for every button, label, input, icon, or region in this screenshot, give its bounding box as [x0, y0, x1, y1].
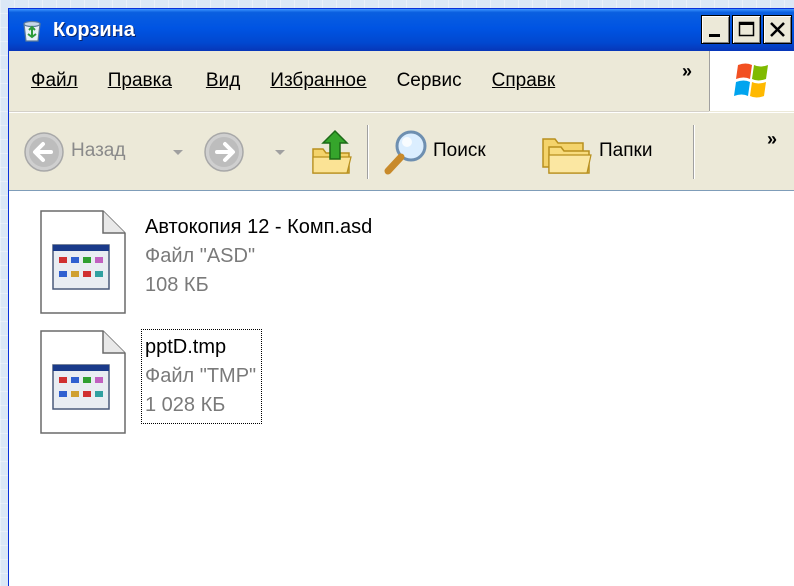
asd-file-icon — [39, 209, 127, 315]
windows-logo-pane — [709, 51, 794, 111]
menu-tools[interactable]: Сервис — [397, 70, 462, 92]
toolbar-separator — [693, 125, 695, 179]
file-type: Файл "ASD" — [145, 245, 256, 267]
file-item-tmp[interactable]: pptD.tmp Файл "TMP" 1 028 КБ — [39, 329, 639, 439]
windows-logo-icon — [734, 63, 768, 98]
file-type: Файл "TMP" — [145, 365, 257, 387]
back-dropdown-icon — [173, 150, 183, 155]
folders-button[interactable]: Папки — [537, 127, 683, 177]
window-title: Корзина — [53, 18, 135, 41]
search-button[interactable]: Поиск — [381, 127, 521, 177]
minimize-button[interactable] — [701, 15, 730, 44]
toolbar-separator — [367, 125, 369, 179]
menu-favorites[interactable]: Избранное — [270, 70, 366, 92]
recycle-bin-icon — [19, 17, 45, 43]
menu-view[interactable]: Вид — [206, 70, 240, 92]
toolbar: Назад Поиск Папки » — [9, 112, 794, 192]
minimize-icon — [709, 34, 720, 37]
menu-favorites-label: Избранное — [270, 70, 367, 91]
file-item-asd[interactable]: Автокопия 12 - Комп.asd Файл "ASD" 108 К… — [39, 209, 639, 319]
file-name: Автокопия 12 - Комп.asd — [145, 216, 373, 238]
file-size: 108 КБ — [145, 274, 209, 296]
file-info-asd: Автокопия 12 - Комп.asd Файл "ASD" 108 К… — [145, 213, 372, 300]
forward-button[interactable] — [203, 131, 293, 173]
up-folder-icon — [312, 129, 352, 174]
forward-dropdown-icon — [275, 150, 285, 155]
up-folder-button[interactable] — [309, 127, 355, 177]
file-info-tmp: pptD.tmp Файл "TMP" 1 028 КБ — [140, 329, 263, 424]
menu-edit[interactable]: Правка — [108, 70, 172, 92]
close-button[interactable] — [763, 15, 792, 44]
back-button[interactable]: Назад — [23, 131, 193, 173]
folders-label: Папки — [599, 140, 653, 161]
tmp-file-icon — [39, 329, 127, 435]
maximize-icon — [738, 21, 755, 37]
menu-help-label: Справк — [491, 70, 556, 91]
menu-view-label: Вид — [205, 70, 241, 91]
menu-file-label: Файл — [31, 70, 78, 91]
back-arrow-icon — [24, 132, 64, 172]
search-icon — [384, 130, 427, 175]
back-label: Назад — [71, 140, 126, 161]
menu-more-chevron[interactable]: » — [682, 61, 692, 82]
file-name: pptD.tmp — [145, 336, 227, 358]
menu-file[interactable]: Файл — [31, 70, 78, 92]
menu-help[interactable]: Справк — [492, 70, 580, 92]
title-bar[interactable]: Корзина — [9, 9, 794, 51]
toolbar-more-chevron[interactable]: » — [767, 129, 777, 150]
maximize-button[interactable] — [732, 15, 761, 44]
forward-arrow-icon — [204, 132, 244, 172]
menu-tools-label: Сервис — [396, 70, 462, 91]
menu-edit-label: Правка — [107, 70, 172, 91]
folders-icon — [542, 138, 592, 174]
search-label: Поиск — [433, 140, 486, 161]
menu-bar: Файл Правка Вид Избранное Сервис Справк … — [9, 51, 709, 112]
file-size: 1 028 КБ — [145, 394, 226, 416]
file-list-view[interactable]: Автокопия 12 - Комп.asd Файл "ASD" 108 К… — [9, 190, 794, 586]
explorer-window: Корзина Файл Правка Вид Избранное Сервис… — [8, 8, 794, 586]
close-icon — [770, 22, 785, 37]
